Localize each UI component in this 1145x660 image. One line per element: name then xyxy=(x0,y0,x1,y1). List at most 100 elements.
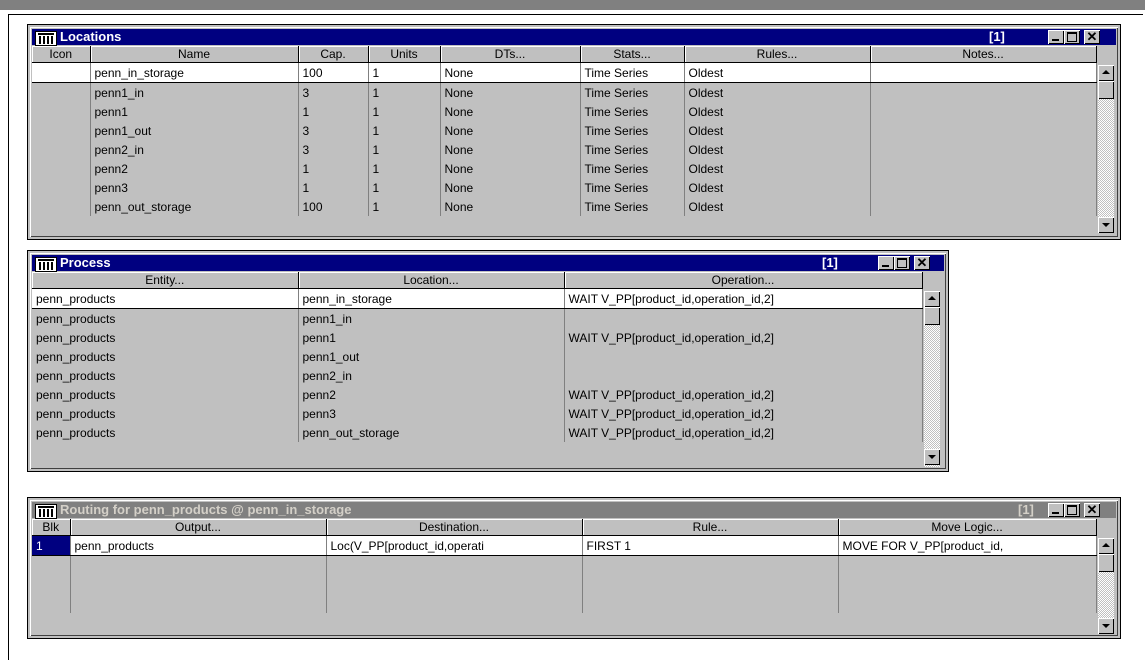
cell-cap[interactable]: 100 xyxy=(298,62,369,83)
column-header-output[interactable]: Output... xyxy=(70,519,327,536)
empty-cell[interactable] xyxy=(32,594,71,613)
empty-cell[interactable] xyxy=(32,555,71,575)
table-row[interactable]: penn_products penn2 WAIT V_PP[product_id,o… xyxy=(32,385,923,404)
cell-operation[interactable]: WAIT V_PP[product_id,operation_id,2] xyxy=(564,328,923,347)
close-icon[interactable]: ✕ xyxy=(914,256,930,270)
close-icon[interactable]: ✕ xyxy=(1084,503,1100,517)
empty-cell[interactable] xyxy=(838,575,1097,594)
scroll-up-icon[interactable] xyxy=(924,291,940,307)
cell-rules[interactable]: Oldest xyxy=(684,178,871,197)
table-row[interactable]: penn2_in 3 1 None Time Series Oldest xyxy=(32,140,1097,159)
column-header-location[interactable]: Location... xyxy=(298,272,565,289)
cell-name[interactable]: penn1 xyxy=(90,102,299,121)
cell-entity[interactable]: penn_products xyxy=(32,385,299,404)
column-header-rules[interactable]: Rules... xyxy=(684,46,871,63)
empty-cell[interactable] xyxy=(70,575,327,594)
scroll-up-icon[interactable] xyxy=(1098,538,1114,554)
column-header-cap[interactable]: Cap. xyxy=(298,46,369,63)
cell-move-logic[interactable]: MOVE FOR V_PP[product_id, xyxy=(838,535,1097,556)
cell-location[interactable]: penn2_in xyxy=(298,366,565,385)
cell-output[interactable]: penn_products xyxy=(70,535,327,556)
cell-entity[interactable]: penn_products xyxy=(32,288,299,309)
cell-stats[interactable]: Time Series xyxy=(580,121,685,140)
cell-icon[interactable] xyxy=(32,102,91,121)
table-row[interactable]: penn1_in 3 1 None Time Series Oldest xyxy=(32,82,1097,102)
cell-stats[interactable]: Time Series xyxy=(580,159,685,178)
table-row[interactable]: 1 penn_products Loc(V_PP[product_id,operat… xyxy=(32,535,1097,556)
cell-stats[interactable]: Time Series xyxy=(580,197,685,216)
column-header-units[interactable]: Units xyxy=(368,46,441,63)
cell-operation[interactable] xyxy=(564,347,923,366)
cell-cap[interactable]: 3 xyxy=(298,140,369,159)
cell-operation[interactable]: WAIT V_PP[product_id,operation_id,2] xyxy=(564,404,923,423)
scroll-thumb[interactable] xyxy=(1098,554,1114,572)
table-row[interactable]: penn2 1 1 None Time Series Oldest xyxy=(32,159,1097,178)
cell-name[interactable]: penn2 xyxy=(90,159,299,178)
column-header-icon[interactable]: Icon xyxy=(32,46,91,63)
column-header-destination[interactable]: Destination... xyxy=(326,519,583,536)
cell-notes[interactable] xyxy=(870,197,1097,216)
column-header-stats[interactable]: Stats... xyxy=(580,46,685,63)
cell-destination[interactable]: Loc(V_PP[product_id,operati xyxy=(326,535,583,556)
empty-cell[interactable] xyxy=(32,575,71,594)
minimize-icon[interactable] xyxy=(1048,30,1064,44)
locations-titlebar[interactable]: Locations [1] ✕ xyxy=(32,29,1116,46)
table-row[interactable]: penn_products penn3 WAIT V_PP[product_id,o… xyxy=(32,404,923,423)
cell-units[interactable]: 1 xyxy=(368,62,441,83)
cell-operation[interactable]: WAIT V_PP[product_id,operation_id,2] xyxy=(564,385,923,404)
cell-icon[interactable] xyxy=(32,197,91,216)
empty-cell[interactable] xyxy=(70,555,327,575)
column-header-entity[interactable]: Entity... xyxy=(32,272,299,289)
cell-rules[interactable]: Oldest xyxy=(684,159,871,178)
cell-icon[interactable] xyxy=(32,62,91,83)
routing-scrollbar[interactable] xyxy=(1098,538,1114,634)
cell-icon[interactable] xyxy=(32,121,91,140)
cell-location[interactable]: penn1 xyxy=(298,328,565,347)
table-row[interactable]: penn_products penn_out_storage WAIT V_PP[p… xyxy=(32,423,923,442)
cell-icon[interactable] xyxy=(32,159,91,178)
cell-entity[interactable]: penn_products xyxy=(32,404,299,423)
cell-stats[interactable]: Time Series xyxy=(580,102,685,121)
cell-entity[interactable]: penn_products xyxy=(32,423,299,442)
empty-cell[interactable] xyxy=(326,575,583,594)
cell-dts[interactable]: None xyxy=(440,178,581,197)
column-header-blk[interactable]: Blk xyxy=(32,519,71,536)
cell-dts[interactable]: None xyxy=(440,82,581,102)
cell-notes[interactable] xyxy=(870,140,1097,159)
grid-icon[interactable] xyxy=(35,31,57,46)
cell-location[interactable]: penn1_in xyxy=(298,308,565,328)
cell-notes[interactable] xyxy=(870,62,1097,83)
cell-operation[interactable]: WAIT V_PP[product_id,operation_id,2] xyxy=(564,288,923,309)
table-row[interactable]: penn_products penn_in_storage WAIT V_PP[pr… xyxy=(32,288,923,309)
cell-location[interactable]: penn1_out xyxy=(298,347,565,366)
table-row[interactable]: penn1_out 3 1 None Time Series Oldest xyxy=(32,121,1097,140)
maximize-icon[interactable] xyxy=(1064,503,1080,517)
cell-dts[interactable]: None xyxy=(440,197,581,216)
cell-units[interactable]: 1 xyxy=(368,140,441,159)
cell-location[interactable]: penn3 xyxy=(298,404,565,423)
grid-icon[interactable] xyxy=(35,257,57,272)
table-row[interactable]: penn1 1 1 None Time Series Oldest xyxy=(32,102,1097,121)
maximize-icon[interactable] xyxy=(1064,30,1080,44)
cell-operation[interactable]: WAIT V_PP[product_id,operation_id,2] xyxy=(564,423,923,442)
cell-dts[interactable]: None xyxy=(440,62,581,83)
cell-location[interactable]: penn_out_storage xyxy=(298,423,565,442)
cell-notes[interactable] xyxy=(870,178,1097,197)
cell-dts[interactable]: None xyxy=(440,140,581,159)
cell-location[interactable]: penn_in_storage xyxy=(298,288,565,309)
cell-cap[interactable]: 1 xyxy=(298,159,369,178)
cell-rules[interactable]: Oldest xyxy=(684,197,871,216)
cell-units[interactable]: 1 xyxy=(368,159,441,178)
empty-cell[interactable] xyxy=(838,555,1097,575)
table-row[interactable]: penn3 1 1 None Time Series Oldest xyxy=(32,178,1097,197)
cell-blk[interactable]: 1 xyxy=(32,535,71,556)
scroll-down-icon[interactable] xyxy=(924,449,940,465)
minimize-icon[interactable] xyxy=(1048,503,1064,517)
cell-name[interactable]: penn3 xyxy=(90,178,299,197)
scroll-up-icon[interactable] xyxy=(1098,65,1114,81)
empty-cell[interactable] xyxy=(326,555,583,575)
minimize-icon[interactable] xyxy=(878,256,894,270)
cell-notes[interactable] xyxy=(870,121,1097,140)
cell-entity[interactable]: penn_products xyxy=(32,328,299,347)
cell-entity[interactable]: penn_products xyxy=(32,366,299,385)
